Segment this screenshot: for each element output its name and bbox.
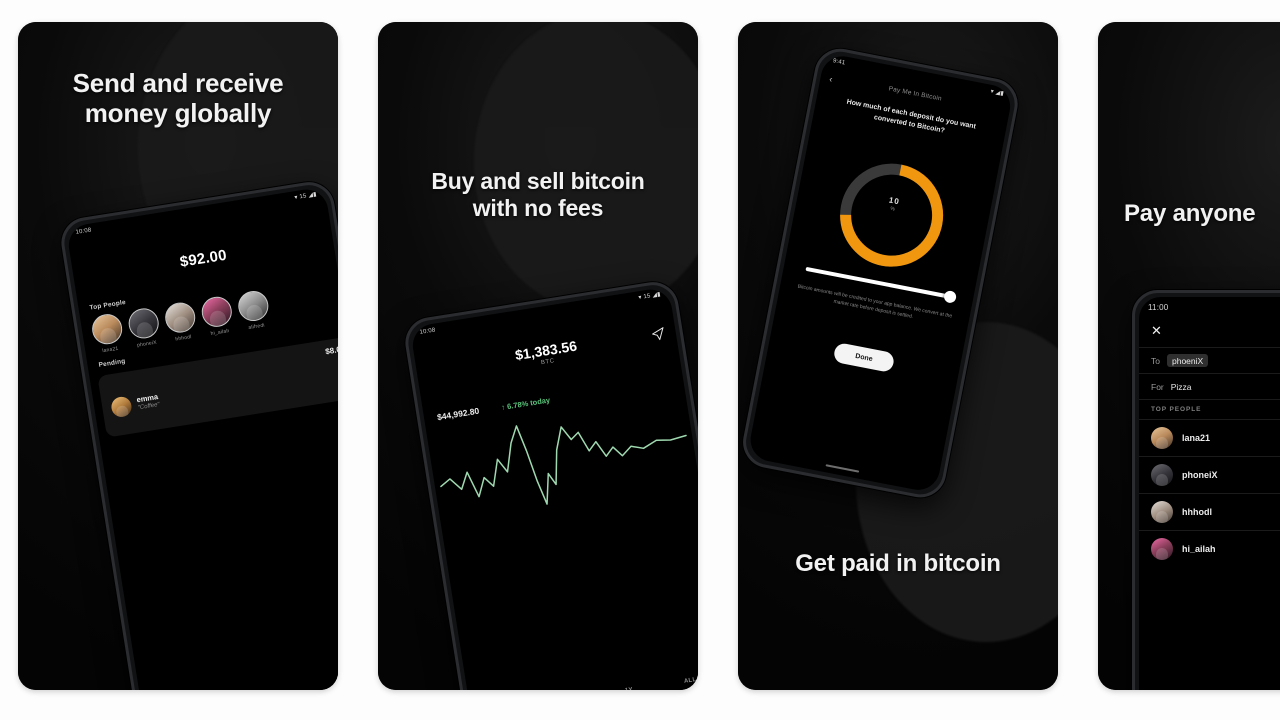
send-icon[interactable] — [650, 326, 668, 348]
contact-row[interactable]: hhhodl — [1139, 493, 1280, 530]
top-people-item[interactable]: phoneiX — [126, 306, 163, 349]
status-icons: ▾ 15 ◢▮ — [638, 292, 661, 301]
panel-headline-4: Pay anyone — [1124, 200, 1256, 227]
field-label: To — [1151, 355, 1160, 366]
home-indicator — [825, 463, 860, 473]
top-people-label: Top People — [89, 298, 127, 312]
contact-name: hhhodl — [1182, 507, 1212, 517]
avatar — [1151, 427, 1173, 449]
contact-row[interactable]: hi_ailah — [1139, 530, 1280, 567]
panel-headline-3: Get paid in bitcoin — [795, 550, 1001, 577]
balance-amount: $92.00 — [178, 246, 228, 271]
field-for[interactable]: For Pizza — [1139, 373, 1280, 399]
pending-row: emma "Coffee" — [110, 391, 160, 419]
contact-row[interactable]: lana21 — [1139, 419, 1280, 456]
top-people-item[interactable]: hhhodl — [163, 300, 199, 343]
panel-headline-2: Buy and sell bitcoin with no fees — [431, 168, 645, 221]
wifi-icon: ▾ 15 ◢▮ — [638, 291, 662, 302]
contact-name: hi_ailah — [1182, 544, 1216, 554]
top-people-item[interactable]: hi_ailah — [199, 294, 236, 338]
gallery-panel-get-paid-in-bitcoin[interactable]: 9:41 ▾ ◢▮ ‹ Pay Me In Bitcoin How much o… — [738, 22, 1058, 690]
status-icons: ▾ 15 ◢▮ — [294, 192, 317, 201]
status-time: 11:00 — [1148, 302, 1169, 312]
wifi-icon: ▾ 15 ◢▮ — [294, 191, 318, 202]
avatar-label: phoneiX — [136, 339, 158, 349]
status-time: 10:08 — [75, 227, 92, 236]
phone-mock-pay: 11:00 ✕ Pay To phoeniX For Pizza TOP PEO… — [1132, 290, 1280, 690]
avatar-label: hhhodl — [175, 334, 192, 343]
phone-screen-pay: 11:00 ✕ Pay To phoeniX For Pizza TOP PEO… — [1139, 297, 1280, 690]
status-time: 9:41 — [832, 58, 846, 67]
range-all[interactable]: ALL — [684, 677, 697, 685]
avatar — [199, 294, 234, 329]
close-icon[interactable]: ✕ — [1151, 324, 1162, 337]
avatar — [1151, 538, 1173, 560]
top-people-item[interactable]: lana21 — [89, 312, 126, 355]
gallery-panel-pay-anyone[interactable]: Pay anyone 11:00 ✕ Pay To phoeniX For P — [1098, 22, 1280, 690]
gallery-panel-buy-sell-bitcoin[interactable]: Buy and sell bitcoin with no fees 10:08 … — [378, 22, 698, 690]
pay-navbar: ✕ Pay — [1139, 319, 1280, 341]
avatar — [163, 300, 198, 335]
section-top-people: TOP PEOPLE — [1139, 399, 1280, 419]
pending-label: Pending — [98, 357, 126, 369]
contact-row[interactable]: phoneiX — [1139, 456, 1280, 493]
phone-screen-bitcoin: 10:08 ▾ 15 ◢▮ $1,383.56 BTC $44,992.80 ↑… — [409, 286, 698, 690]
avatar — [89, 312, 125, 347]
gallery-panel-send-receive[interactable]: Send and receive money globally 10:08 ▾ … — [18, 22, 338, 690]
donut-number: 10 — [888, 195, 901, 207]
chart-range-tabs[interactable]: 1W 1M 1Y ALL — [479, 673, 698, 690]
wifi-icon: ▾ ◢▮ — [989, 88, 1005, 98]
avatar-label: lana21 — [101, 345, 119, 355]
recipient-chip[interactable]: phoeniX — [1166, 354, 1209, 367]
range-1y[interactable]: 1Y — [625, 687, 634, 690]
avatar-label: hi_ailah — [210, 328, 230, 337]
avatar — [1151, 501, 1173, 523]
status-time: 10:08 — [419, 327, 436, 336]
pending-amount: $8.00 — [324, 344, 338, 357]
slider-knob[interactable] — [943, 289, 958, 304]
top-people-item[interactable]: alifredi — [236, 288, 272, 332]
done-button[interactable]: Done — [832, 341, 896, 374]
avatar — [110, 395, 133, 419]
avatar — [236, 288, 271, 324]
avatar-label: alifredi — [248, 322, 266, 332]
field-label: For — [1151, 381, 1164, 392]
contact-name: lana21 — [1182, 433, 1211, 443]
avatar — [126, 306, 161, 341]
pending-card[interactable]: $8.00 emma "Coffee" — [97, 335, 338, 438]
screenshot-gallery: Send and receive money globally 10:08 ▾ … — [0, 0, 1280, 720]
field-to[interactable]: To phoeniX — [1139, 347, 1280, 373]
status-icons: ▾ ◢▮ — [990, 89, 1004, 97]
avatar — [1151, 464, 1173, 486]
contact-name: phoneiX — [1182, 470, 1218, 480]
pending-text: emma "Coffee" — [136, 392, 160, 412]
status-bar: 11:00 — [1139, 297, 1280, 317]
panel-headline-1: Send and receive money globally — [72, 68, 284, 129]
field-value[interactable]: Pizza — [1171, 382, 1192, 392]
